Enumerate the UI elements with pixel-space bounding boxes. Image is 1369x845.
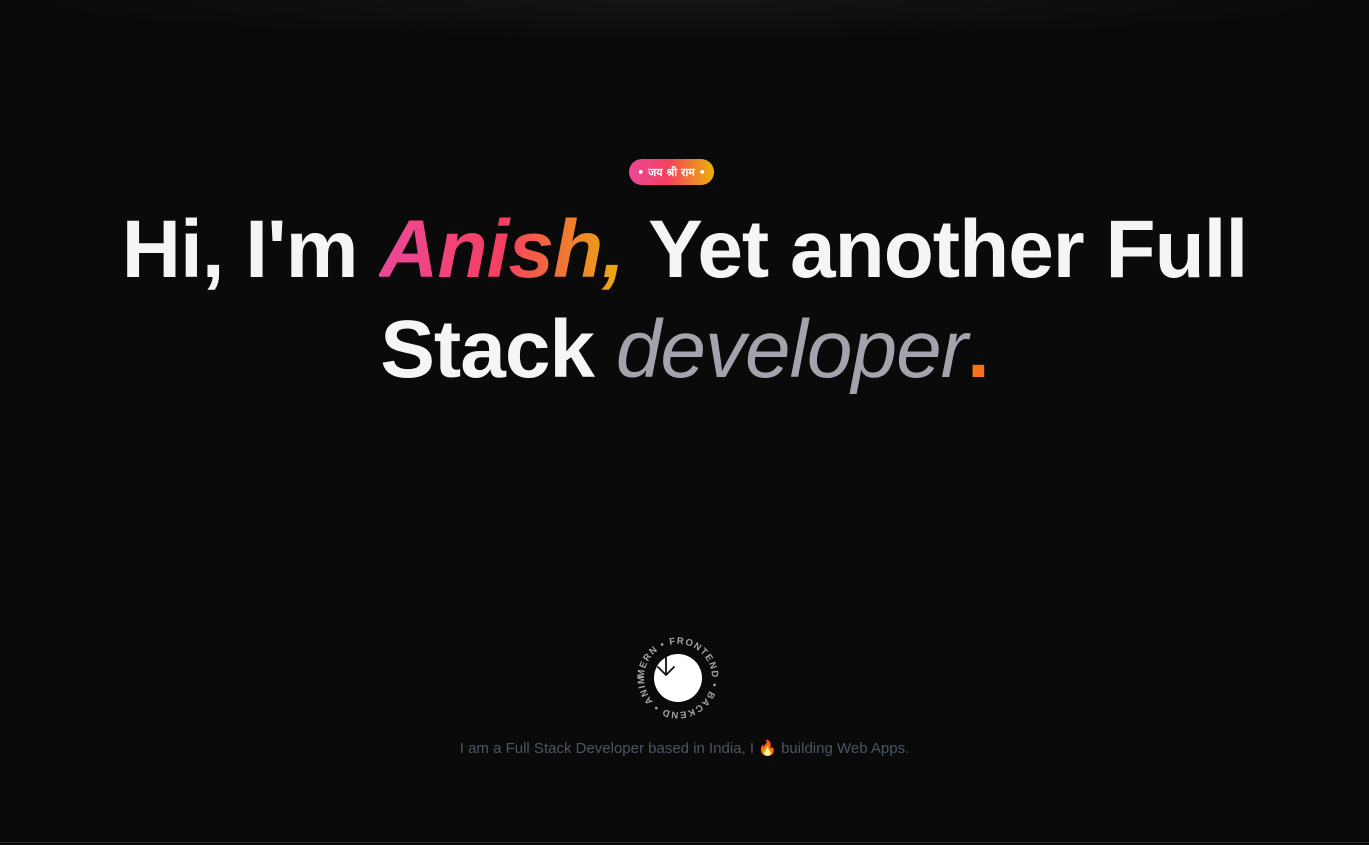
hero-headline: Hi, I'm Anish, Yet another Full Stack de…	[0, 200, 1369, 400]
scroll-down-badge[interactable]: MERN • FRONTEND • BACKEND • ANIME •	[633, 633, 723, 723]
headline-line-1: Hi, I'm Anish, Yet another Full	[121, 204, 1249, 295]
headline-suffix: Yet another Full	[627, 204, 1248, 295]
headline-line-2: Stack developer.	[380, 304, 990, 395]
fire-icon: 🔥	[758, 740, 777, 757]
greeting-badge: • जय श्री राम •	[629, 159, 714, 185]
headline-dot: .	[966, 304, 990, 395]
scroll-down-button[interactable]	[654, 654, 702, 702]
section-divider	[0, 842, 1369, 843]
headline-developer: developer	[615, 304, 968, 395]
headline-prefix: Hi, I'm	[121, 204, 380, 295]
top-glow	[0, 0, 1369, 40]
headline-stack: Stack	[380, 304, 616, 395]
hero-name: Anish,	[379, 204, 628, 295]
tagline: I am a Full Stack Developer based in Ind…	[0, 739, 1369, 757]
tagline-text-after: building Web Apps.	[776, 740, 910, 757]
tagline-text-before: I am a Full Stack Developer based in Ind…	[459, 740, 759, 757]
arrow-down-icon	[657, 656, 675, 676]
